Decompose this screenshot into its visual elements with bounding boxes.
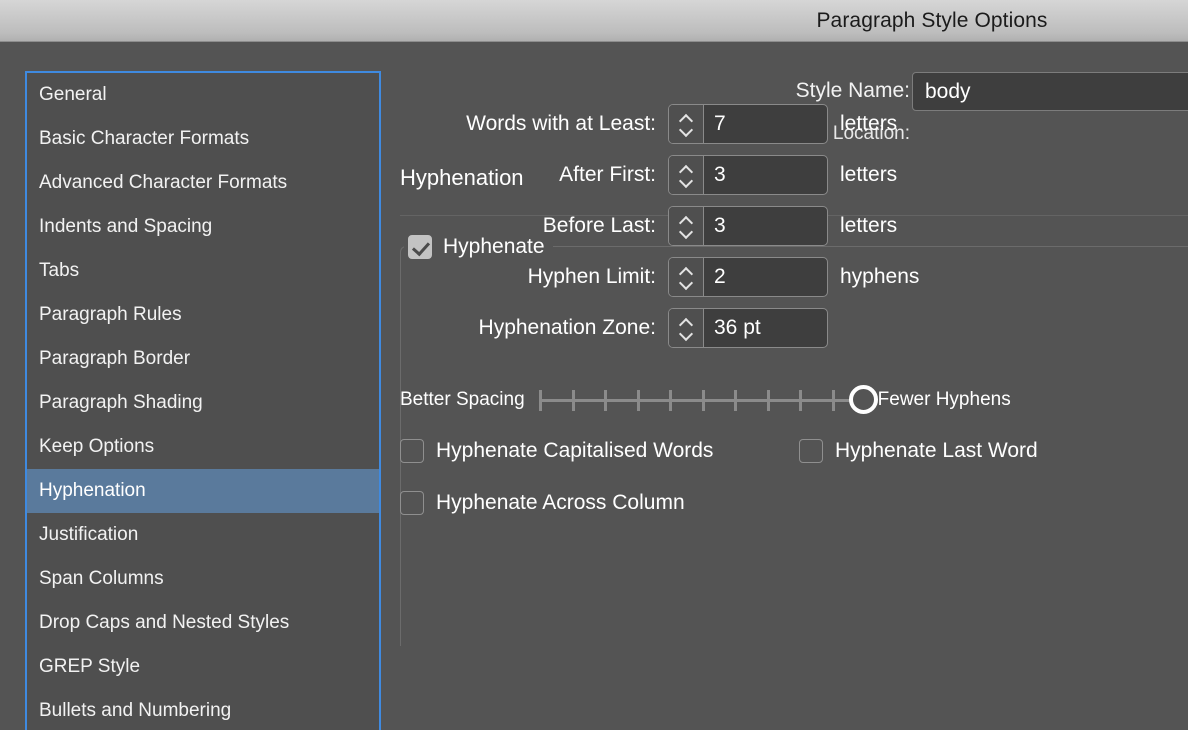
sidebar-item-label: Advanced Character Formats	[39, 172, 288, 193]
spinner-after-first[interactable]: 3	[668, 155, 828, 195]
slider-tick	[701, 390, 705, 411]
slider-knob[interactable]	[848, 385, 878, 414]
sidebar-item-paragraph-rules[interactable]: Paragraph Rules	[27, 293, 379, 337]
spinner-value-after-first[interactable]: 3	[704, 156, 827, 194]
sidebar-item-bullets-and-numbering[interactable]: Bullets and Numbering	[27, 689, 379, 730]
hyphenate-capitalised-words-label: Hyphenate Capitalised Words	[436, 439, 714, 462]
window-title: Paragraph Style Options	[816, 9, 1048, 32]
chevron-up-icon[interactable]	[680, 268, 693, 275]
field-label-hyphen-limit: Hyphen Limit:	[527, 265, 656, 288]
field-unit-after-first: letters	[840, 163, 898, 186]
sidebar-item-label: GREP Style	[39, 656, 141, 677]
sidebar-item-label: Basic Character Formats	[39, 128, 250, 149]
hyphenate-last-word-option[interactable]: Hyphenate Last Word	[799, 439, 1038, 463]
spinner-before-last[interactable]: 3	[668, 206, 828, 246]
slider-left-label: Better Spacing	[400, 389, 525, 410]
right-pane: Style Name: Location: Hyphenation Hyphen…	[381, 43, 1188, 730]
sidebar-item-span-columns[interactable]: Span Columns	[27, 557, 379, 601]
sidebar-item-label: Bullets and Numbering	[39, 700, 232, 721]
slider-tick	[798, 390, 802, 411]
field-label-after-first: After First:	[559, 163, 656, 186]
spinner-value-words-with-at-least[interactable]: 7	[704, 105, 827, 143]
sidebar-item-basic-character-formats[interactable]: Basic Character Formats	[27, 117, 379, 161]
slider-tick	[733, 390, 737, 411]
hyphenate-across-column-option[interactable]: Hyphenate Across Column	[400, 491, 685, 515]
field-label-words-with-at-least: Words with at Least:	[466, 112, 656, 135]
spinner-arrows-words-with-at-least[interactable]	[669, 105, 704, 143]
sidebar-item-label: Drop Caps and Nested Styles	[39, 612, 290, 633]
spinner-hyphenation-zone[interactable]: 36 pt	[668, 308, 828, 348]
slider-tick	[538, 390, 542, 411]
slider-right-label: Fewer Hyphens	[877, 389, 1011, 410]
sidebar-item-label: Hyphenation	[39, 480, 146, 501]
sidebar-item-label: Paragraph Shading	[39, 392, 203, 413]
spinner-hyphen-limit[interactable]: 2	[668, 257, 828, 297]
chevron-down-icon[interactable]	[680, 127, 693, 134]
hyphenation-slider-row[interactable]: Better Spacing Fewer Hyphens	[400, 383, 1188, 417]
hyphenate-last-word-checkbox-icon[interactable]	[799, 439, 823, 463]
sidebar-item-label: Justification	[39, 524, 139, 545]
sidebar-item-tabs[interactable]: Tabs	[27, 249, 379, 293]
spinner-arrows-hyphen-limit[interactable]	[669, 258, 704, 296]
chevron-down-icon[interactable]	[680, 331, 693, 338]
sidebar-item-label: Paragraph Rules	[39, 304, 182, 325]
chevron-down-icon[interactable]	[680, 178, 693, 185]
sidebar-item-drop-caps-and-nested-styles[interactable]: Drop Caps and Nested Styles	[27, 601, 379, 645]
chevron-up-icon[interactable]	[680, 115, 693, 122]
hyphenate-across-column-checkbox-icon[interactable]	[400, 491, 424, 515]
field-unit-hyphen-limit: hyphens	[840, 265, 920, 288]
field-unit-before-last: letters	[840, 214, 898, 237]
chevron-up-icon[interactable]	[680, 217, 693, 224]
spinner-arrows-hyphenation-zone[interactable]	[669, 309, 704, 347]
sidebar-item-label: General	[39, 84, 107, 105]
sidebar-item-grep-style[interactable]: GREP Style	[27, 645, 379, 689]
field-row-hyphen-limit: Hyphen Limit: 2 hyphens	[400, 256, 919, 298]
spinner-value-before-last[interactable]: 3	[704, 207, 827, 245]
sidebar-item-general[interactable]: General	[27, 73, 379, 117]
sidebar-item-label: Keep Options	[39, 436, 155, 457]
field-row-words-with-at-least: Words with at Least: 7 letters	[400, 103, 897, 145]
chevron-up-icon[interactable]	[680, 166, 693, 173]
chevron-down-icon[interactable]	[680, 229, 693, 236]
sidebar-item-advanced-character-formats[interactable]: Advanced Character Formats	[27, 161, 379, 205]
slider-tick	[571, 390, 575, 411]
sidebar-item-keep-options[interactable]: Keep Options	[27, 425, 379, 469]
slider-track[interactable]	[538, 385, 878, 415]
field-row-after-first: After First: 3 letters	[400, 154, 897, 196]
spinner-words-with-at-least[interactable]: 7	[668, 104, 828, 144]
style-name-input[interactable]	[912, 72, 1188, 111]
slider-tick	[668, 390, 672, 411]
slider-tick	[766, 390, 770, 411]
slider-tick	[831, 390, 835, 411]
slider-tick	[603, 390, 607, 411]
sidebar-item-label: Tabs	[39, 260, 80, 281]
field-label-before-last: Before Last:	[542, 214, 656, 237]
slider-tick	[636, 390, 640, 411]
sidebar-item-justification[interactable]: Justification	[27, 513, 379, 557]
sidebar-item-indents-and-spacing[interactable]: Indents and Spacing	[27, 205, 379, 249]
sidebar-item-label: Span Columns	[39, 568, 164, 589]
spinner-arrows-after-first[interactable]	[669, 156, 704, 194]
sidebar-item-hyphenation[interactable]: Hyphenation	[27, 469, 379, 513]
hyphenate-capitalised-words-option[interactable]: Hyphenate Capitalised Words	[400, 439, 713, 463]
field-label-hyphenation-zone: Hyphenation Zone:	[478, 316, 656, 339]
chevron-down-icon[interactable]	[680, 280, 693, 287]
field-unit-words-with-at-least: letters	[840, 112, 898, 135]
paragraph-style-options-dialog: General Basic Character Formats Advanced C…	[0, 43, 1188, 730]
category-list[interactable]: General Basic Character Formats Advanced C…	[25, 71, 381, 730]
window-titlebar: Paragraph Style Options	[0, 0, 1188, 42]
spinner-value-hyphen-limit[interactable]: 2	[704, 258, 827, 296]
hyphenate-capitalised-words-checkbox-icon[interactable]	[400, 439, 424, 463]
sidebar-item-label: Paragraph Border	[39, 348, 191, 369]
field-row-hyphenation-zone: Hyphenation Zone: 36 pt	[400, 307, 828, 349]
chevron-up-icon[interactable]	[680, 319, 693, 326]
sidebar-item-paragraph-border[interactable]: Paragraph Border	[27, 337, 379, 381]
sidebar-item-paragraph-shading[interactable]: Paragraph Shading	[27, 381, 379, 425]
spinner-value-hyphenation-zone[interactable]: 36 pt	[704, 309, 827, 347]
field-row-before-last: Before Last: 3 letters	[400, 205, 897, 247]
hyphenate-last-word-label: Hyphenate Last Word	[835, 439, 1038, 462]
spinner-arrows-before-last[interactable]	[669, 207, 704, 245]
hyphenate-across-column-label: Hyphenate Across Column	[436, 491, 685, 514]
sidebar-item-label: Indents and Spacing	[39, 216, 213, 237]
